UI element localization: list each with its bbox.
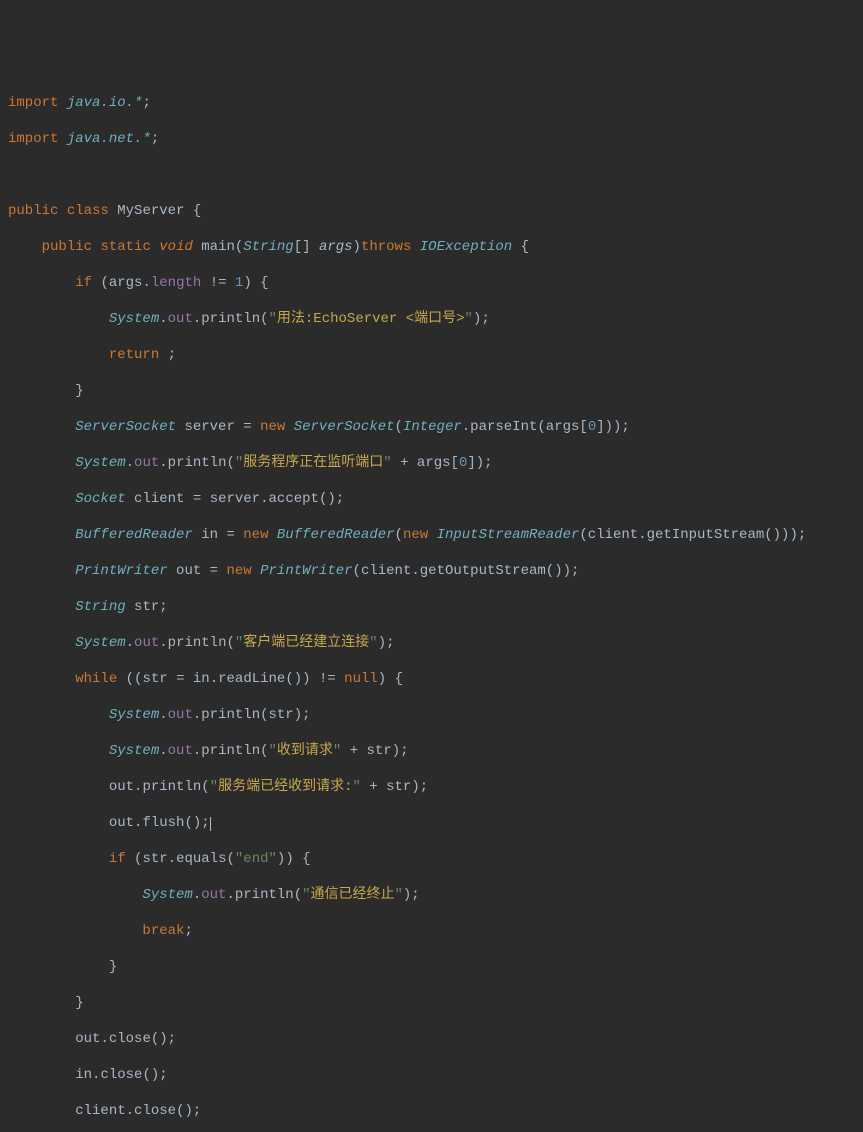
code-line: out.flush();: [8, 814, 855, 832]
code-line: return ;: [8, 346, 855, 364]
code-line: if (args.length != 1) {: [8, 274, 855, 292]
keyword-class: class: [67, 203, 109, 219]
keyword-import: import: [8, 95, 58, 111]
package: java.io.*: [67, 95, 143, 111]
code-line: while ((str = in.readLine()) != null) {: [8, 670, 855, 688]
code-line: }: [8, 382, 855, 400]
code-line: }: [8, 958, 855, 976]
code-line: out.println("服务端已经收到请求:" + str);: [8, 778, 855, 796]
code-line: ServerSocket server = new ServerSocket(I…: [8, 418, 855, 436]
code-line: public static void main(String[] args)th…: [8, 238, 855, 256]
code-line: System.out.println("用法:EchoServer <端口号>"…: [8, 310, 855, 328]
code-line: out.close();: [8, 1030, 855, 1048]
code-editor[interactable]: import java.io.*; import java.net.*; pub…: [8, 76, 855, 1132]
code-line: import java.net.*;: [8, 130, 855, 148]
code-line: System.out.println("服务程序正在监听端口" + args[0…: [8, 454, 855, 472]
code-line: Socket client = server.accept();: [8, 490, 855, 508]
code-line: System.out.println("通信已经终止");: [8, 886, 855, 904]
code-line: BufferedReader in = new BufferedReader(n…: [8, 526, 855, 544]
keyword-public: public: [8, 203, 58, 219]
code-line: PrintWriter out = new PrintWriter(client…: [8, 562, 855, 580]
code-line: System.out.println(str);: [8, 706, 855, 724]
code-line: import java.io.*;: [8, 94, 855, 112]
code-line: public class MyServer {: [8, 202, 855, 220]
code-line: in.close();: [8, 1066, 855, 1084]
keyword-import: import: [8, 131, 58, 147]
code-line: break;: [8, 922, 855, 940]
package: java.net.*: [67, 131, 151, 147]
code-line: System.out.println("收到请求" + str);: [8, 742, 855, 760]
code-line: String str;: [8, 598, 855, 616]
code-line: if (str.equals("end")) {: [8, 850, 855, 868]
class-name: MyServer: [117, 203, 184, 219]
code-line: [8, 166, 855, 184]
code-line: client.close();: [8, 1102, 855, 1120]
code-line: }: [8, 994, 855, 1012]
code-line: System.out.println("客户端已经建立连接");: [8, 634, 855, 652]
text-cursor: [210, 817, 211, 831]
